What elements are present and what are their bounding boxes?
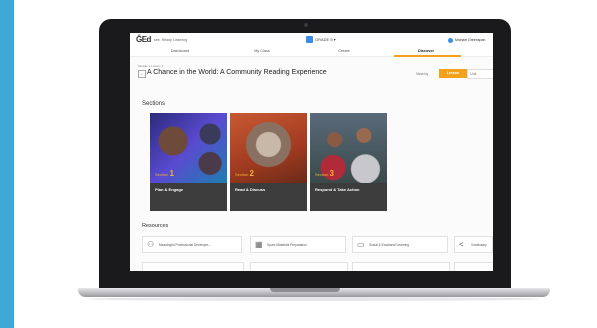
- tab-dashboard[interactable]: Dashboard: [150, 49, 210, 53]
- section-label: Respond & Take Action: [315, 187, 360, 192]
- section-number: Section 2: [235, 169, 254, 178]
- document-icon: ▭: [357, 240, 365, 249]
- grade-selector[interactable]: GRADE 5 ▾: [306, 36, 346, 44]
- section-number: Section 3: [315, 169, 334, 178]
- tab-my-class[interactable]: My Class: [232, 49, 292, 53]
- section-card-1[interactable]: Section 1 Plan & Engage: [150, 113, 227, 211]
- book-icon: [306, 36, 313, 44]
- resource-item[interactable]: [142, 262, 244, 271]
- user-name: Michael Greenspan: [455, 38, 486, 42]
- laptop-camera: [304, 23, 308, 27]
- page-title: A Chance in the World: A Community Readi…: [147, 69, 327, 76]
- resource-item[interactable]: [454, 262, 493, 271]
- laptop-notch: [270, 288, 340, 292]
- back-button[interactable]: ←: [138, 70, 146, 78]
- view-by-label: View by: [416, 72, 429, 76]
- section-number: Section 1: [155, 169, 174, 178]
- section-label: Read & Discuss: [235, 187, 266, 192]
- view-unit-button[interactable]: Unit: [467, 69, 493, 79]
- section-label: Plan & Engage: [155, 187, 184, 192]
- resource-label: Social & Emotional Learning: [369, 243, 410, 247]
- tab-discover[interactable]: Discover: [396, 49, 456, 53]
- resource-item[interactable]: ⚇ Meaningful Professional Developm...: [142, 236, 242, 253]
- grade-label: GRADE 5 ▾: [315, 37, 336, 42]
- section-card-2[interactable]: Section 2 Read & Discuss: [230, 113, 307, 211]
- sections-heading: Sections: [142, 101, 166, 107]
- book-icon: ▦: [255, 240, 263, 249]
- section-card-3[interactable]: Section 3 Respond & Take Action: [310, 113, 387, 211]
- resources-heading: Resources: [142, 223, 169, 229]
- avatar: [448, 37, 453, 43]
- resource-item[interactable]: [250, 262, 348, 271]
- laptop-shadow: [88, 297, 540, 301]
- resource-item[interactable]: [352, 262, 450, 271]
- user-menu[interactable]: Michael Greenspan: [448, 36, 485, 44]
- tab-create[interactable]: Create: [314, 49, 374, 53]
- resource-item[interactable]: ▦ Spore Materials Preparation: [250, 236, 346, 253]
- people-icon: ⚇: [147, 240, 155, 249]
- share-icon: <: [459, 240, 464, 249]
- breadcrumb[interactable]: Module 1 Lesson 1: [138, 64, 163, 68]
- resource-item[interactable]: < Vocabulary: [454, 236, 493, 253]
- logo-tagline: see. Ready. Learning: [154, 38, 188, 42]
- resource-item[interactable]: ▭ Social & Emotional Learning: [352, 236, 448, 253]
- view-lesson-button[interactable]: Lesson: [439, 69, 467, 78]
- logo[interactable]: ĜEd: [136, 35, 151, 44]
- laptop-screen: ĜEd see. Ready. Learning GRADE 5 ▾ Micha…: [130, 33, 493, 271]
- resource-label: Vocabulary: [471, 243, 487, 247]
- resource-label: Meaningful Professional Developm...: [159, 243, 211, 247]
- active-tab-indicator: [394, 55, 461, 57]
- top-bar: ĜEd see. Ready. Learning GRADE 5 ▾ Micha…: [130, 33, 493, 49]
- resource-label: Spore Materials Preparation: [267, 243, 307, 247]
